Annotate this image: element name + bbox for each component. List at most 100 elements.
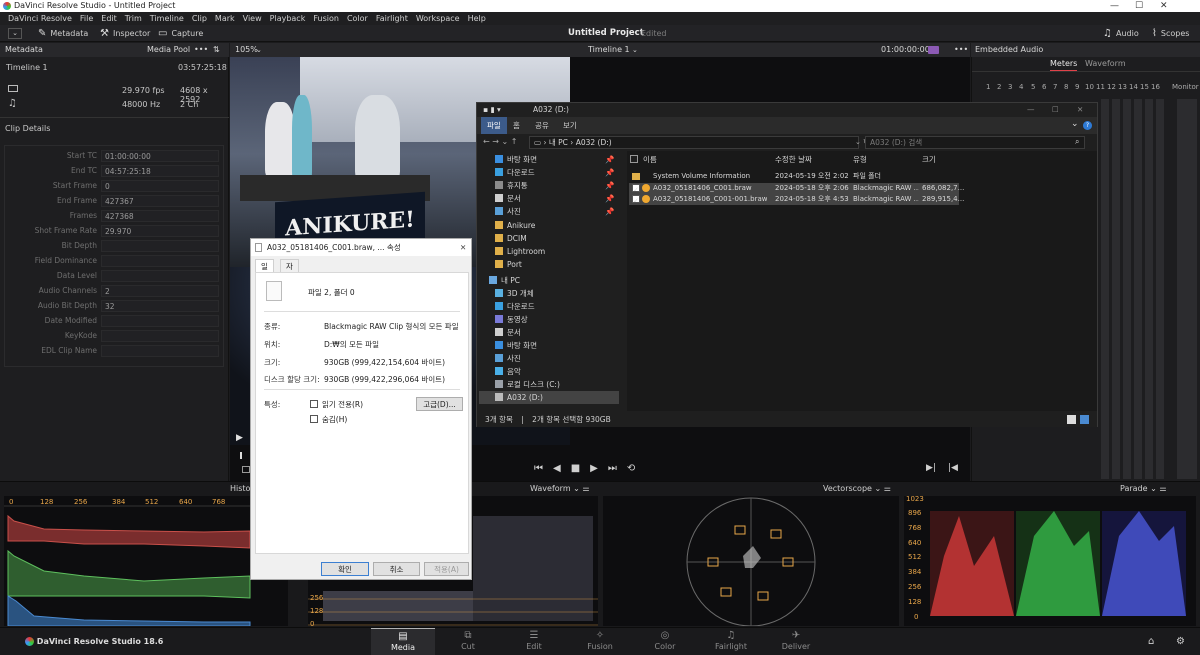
nav-item[interactable]: A032 (D:) [479,391,619,404]
nav-item[interactable]: 사진 📌 [479,205,619,218]
menu-workspace[interactable]: Workspace [412,12,464,25]
meters-tab[interactable]: Meters [1050,57,1078,71]
readonly-checkbox[interactable] [310,400,318,408]
jump-end-icon[interactable]: ⏭ [608,463,617,474]
timeline-chevron-icon[interactable]: ⌄ [632,43,638,57]
maximize-icon[interactable]: ☐ [1052,103,1059,117]
page-edit[interactable]: ☰ Edit [502,628,566,655]
ribbon-home-tab[interactable]: 홈 [507,117,526,134]
play-icon[interactable]: ▶ [236,433,243,443]
inspector-button[interactable]: ⚒ Inspector [100,25,150,42]
menu-fairlight[interactable]: Fairlight [372,12,412,25]
ok-button[interactable]: 확인 [321,562,369,576]
media-pool-tab[interactable]: Media Pool [147,43,190,57]
nav-item[interactable]: 문서 [479,326,619,339]
nav-item[interactable]: Port [479,258,619,271]
page-deliver[interactable]: ✈ Deliver [764,628,828,655]
nav-item[interactable]: 음악 [479,365,619,378]
nav-item[interactable]: 다운로드 📌 [479,166,619,179]
audio-button[interactable]: ♫ Audio [1103,25,1139,42]
nav-item[interactable]: 사진 [479,352,619,365]
menu-davinci[interactable]: DaVinci Resolve [4,12,76,25]
advanced-button[interactable]: 고급(D)... [416,397,463,411]
details-view-icon[interactable] [1067,415,1076,424]
loop-icon[interactable]: ⟲ [627,463,635,474]
detail-value[interactable]: 04:57:25:18 [101,165,219,177]
tiles-view-icon[interactable] [1080,415,1089,424]
menu-file[interactable]: File [76,12,97,25]
close-icon[interactable]: ✕ [1077,103,1083,117]
mark-out-icon[interactable]: |◀ [948,463,958,473]
nav-item[interactable]: DCIM [479,232,619,245]
mark-in-icon[interactable]: ▶| [926,463,936,473]
detail-value[interactable]: 29.970 [101,225,219,237]
detail-value[interactable]: 01:00:00:00 [101,150,219,162]
file-row[interactable]: ✓ A032_05181406_C001-001.braw 2024-05-18… [629,194,964,205]
chevron-down-icon[interactable]: ⌄ [1071,119,1079,129]
ribbon-share-tab[interactable]: 공유 [529,117,555,134]
detail-value[interactable]: 2 [101,285,219,297]
detail-value[interactable] [101,255,219,267]
detail-value[interactable] [101,270,219,282]
panel-toggle-icon[interactable]: ⌄ [8,28,22,39]
minimize-icon[interactable]: — [1027,103,1035,117]
more-options-icon[interactable]: ••• [194,43,208,57]
nav-item[interactable]: Lightroom [479,245,619,258]
ribbon-file-tab[interactable]: 파일 [481,117,507,134]
detail-value[interactable]: 0 [101,180,219,192]
nav-item[interactable]: Anikure [479,219,619,232]
menu-edit[interactable]: Edit [97,12,121,25]
page-media[interactable]: ▤ Media [371,628,435,655]
metadata-button[interactable]: ✎ Metadata [38,25,88,42]
file-row[interactable]: ✓ A032_05181406_C001.braw 2024-05-18 오후 … [629,183,964,194]
menu-help[interactable]: Help [464,12,490,25]
close-icon[interactable]: ✕ [1160,0,1168,12]
capture-button[interactable]: ▭ Capture [158,25,203,42]
select-all-checkbox[interactable] [630,155,638,163]
detail-value[interactable] [101,315,219,327]
nav-item[interactable]: 내 PC [479,274,619,287]
menu-timeline[interactable]: Timeline [146,12,188,25]
nav-item[interactable]: 문서 📌 [479,192,619,205]
cancel-button[interactable]: 취소 [373,562,420,576]
menu-mark[interactable]: Mark [211,12,239,25]
tab-general[interactable]: 일반 [255,259,274,285]
viewer-mode-icon[interactable] [928,46,939,54]
minimize-icon[interactable]: — [1110,0,1119,12]
nav-arrows-icon[interactable]: ← → ⌄ ↑ [483,137,517,146]
settings-gear-icon[interactable]: ⚙ [1176,636,1185,647]
viewer-mode-icon[interactable] [242,466,250,473]
home-icon[interactable]: ⌂ [1148,636,1154,647]
playhead-marker[interactable] [240,452,242,459]
menu-fusion[interactable]: Fusion [309,12,343,25]
waveform-title[interactable]: Waveform ⌄ ⚌ [530,482,590,495]
page-cut[interactable]: ⧉ Cut [436,628,500,655]
nav-item[interactable]: 바탕 화면 [479,339,619,352]
reverse-icon[interactable]: ◀ [553,463,561,474]
nav-item[interactable]: 3D 개체 [479,287,619,300]
sort-icon[interactable]: ⇅ [213,43,220,57]
waveform-tab[interactable]: Waveform [1085,57,1126,71]
parade-title[interactable]: Parade ⌄ ⚌ [1120,482,1167,495]
apply-button[interactable]: 적용(A) [424,562,469,576]
play-forward-icon[interactable]: ▶ [590,463,598,474]
page-fairlight[interactable]: ♫ Fairlight [699,628,763,655]
nav-item[interactable]: 동영상 [479,313,619,326]
menu-color[interactable]: Color [343,12,372,25]
tab-details[interactable]: 자세히 [280,259,299,299]
detail-value[interactable] [101,240,219,252]
nav-item[interactable]: 다운로드 [479,300,619,313]
help-icon[interactable]: ? [1083,121,1092,130]
close-icon[interactable]: ✕ [460,239,466,256]
jump-start-icon[interactable]: ⏮ [534,463,543,474]
hidden-checkbox[interactable] [310,415,318,423]
menu-trim[interactable]: Trim [121,12,146,25]
zoom-dropdown[interactable]: 105% [235,43,258,57]
file-row[interactable]: System Volume Information 2024-05-19 오전 … [629,171,959,182]
detail-value[interactable]: 427367 [101,195,219,207]
ribbon-view-tab[interactable]: 보기 [557,117,583,134]
detail-value[interactable]: 427368 [101,210,219,222]
nav-item[interactable]: 바탕 화면 📌 [479,153,619,166]
col-size[interactable]: 크기 [922,153,936,166]
stop-icon[interactable]: ■ [571,463,580,474]
